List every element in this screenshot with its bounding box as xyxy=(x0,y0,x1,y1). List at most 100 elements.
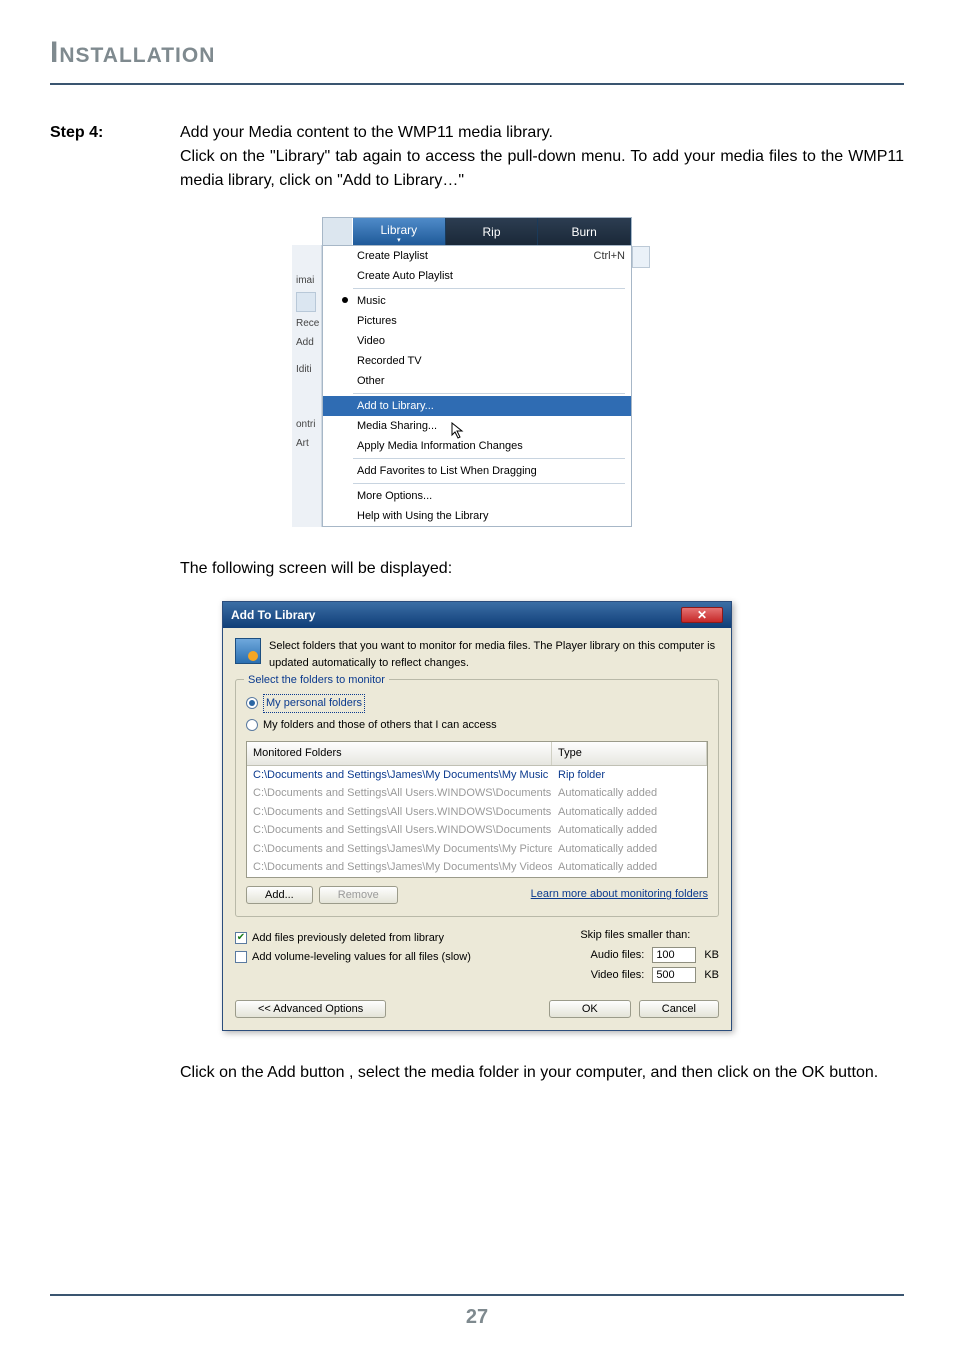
menu-label: Create Auto Playlist xyxy=(357,268,453,285)
dialog-intro: Select folders that you want to monitor … xyxy=(235,638,719,671)
dialog-intro-text: Select folders that you want to monitor … xyxy=(269,638,719,671)
menu-create-auto-playlist[interactable]: Create Auto Playlist xyxy=(323,266,631,286)
cell-type: Automatically added xyxy=(552,821,707,840)
video-files-input[interactable] xyxy=(652,967,696,983)
page-number: 27 xyxy=(0,1302,954,1332)
audio-skip-row: Audio files: KB xyxy=(580,947,719,964)
menu-label: Media Sharing... xyxy=(357,418,437,435)
kb-label: KB xyxy=(704,947,719,964)
menu-separator xyxy=(353,393,625,394)
video-files-label: Video files: xyxy=(580,967,644,984)
wmp-left-strip: imai Rece Add Iditi ontri Art xyxy=(292,245,322,527)
wmp-left-label: ontri xyxy=(292,415,321,434)
table-row[interactable]: C:\Documents and Settings\All Users.WIND… xyxy=(247,784,707,803)
menu-label: Help with Using the Library xyxy=(357,508,488,525)
table-row[interactable]: C:\Documents and Settings\All Users.WIND… xyxy=(247,803,707,822)
menu-shortcut: Ctrl+N xyxy=(594,248,625,265)
menu-video[interactable]: Video xyxy=(323,331,631,351)
col-monitored-folders[interactable]: Monitored Folders xyxy=(247,742,552,765)
radio-my-folders-and-others[interactable]: My folders and those of others that I ca… xyxy=(246,717,708,734)
menu-pictures[interactable]: Pictures xyxy=(323,311,631,331)
chevron-down-icon: ▾ xyxy=(397,239,401,243)
menu-label: Video xyxy=(357,333,385,350)
check-label: Add files previously deleted from librar… xyxy=(252,930,444,947)
menu-label: Other xyxy=(357,373,385,390)
lower-left: ✔ Add files previously deleted from libr… xyxy=(235,927,550,987)
step-row: Step 4: Add your Media content to the WM… xyxy=(50,121,904,193)
library-icon xyxy=(296,292,316,312)
step-label: Step 4: xyxy=(50,121,180,193)
heading-rule xyxy=(50,83,904,85)
radio-my-personal-folders[interactable]: My personal folders xyxy=(246,694,708,713)
cell-type: Automatically added xyxy=(552,803,707,822)
table-row[interactable]: C:\Documents and Settings\James\My Docum… xyxy=(247,858,707,877)
learn-more-link[interactable]: Learn more about monitoring folders xyxy=(531,886,708,903)
ok-button[interactable]: OK xyxy=(549,1000,631,1018)
menu-label: Add Favorites to List When Dragging xyxy=(357,463,537,480)
check-add-deleted[interactable]: ✔ Add files previously deleted from libr… xyxy=(235,930,550,947)
menu-recorded-tv[interactable]: Recorded TV xyxy=(323,351,631,371)
wmp-left-label: Iditi xyxy=(292,360,321,379)
step-line-2: Click on the "Library" tab again to acce… xyxy=(180,145,904,193)
table-header: Monitored Folders Type xyxy=(247,742,707,766)
tab-rip-label: Rip xyxy=(483,223,501,241)
tab-library[interactable]: Library ▾ xyxy=(353,218,446,245)
menu-add-to-library[interactable]: Add to Library... xyxy=(323,396,631,416)
menu-music[interactable]: Music xyxy=(323,291,631,311)
menu-help-library[interactable]: Help with Using the Library xyxy=(323,506,631,526)
menu-more-options[interactable]: More Options... xyxy=(323,486,631,506)
table-row[interactable]: C:\Documents and Settings\All Users.WIND… xyxy=(247,821,707,840)
menu-label: Create Playlist xyxy=(357,248,428,265)
menu-add-favorites[interactable]: Add Favorites to List When Dragging xyxy=(323,461,631,481)
dialog-footer: << Advanced Options OK Cancel xyxy=(235,1000,719,1018)
menu-apply-media-info[interactable]: Apply Media Information Changes xyxy=(323,436,631,456)
video-skip-row: Video files: KB xyxy=(580,967,719,984)
monitored-folders-table: Monitored Folders Type C:\Documents and … xyxy=(246,741,708,878)
audio-files-input[interactable] xyxy=(652,947,696,963)
wmp-dropdown: Library ▾ Rip Burn Create Playlist Ctrl+… xyxy=(322,217,632,527)
tab-burn[interactable]: Burn xyxy=(538,218,631,245)
menu-create-playlist[interactable]: Create Playlist Ctrl+N xyxy=(323,246,631,266)
close-button[interactable]: ✕ xyxy=(681,607,723,623)
check-volume-leveling[interactable]: Add volume-leveling values for all files… xyxy=(235,949,550,966)
dialog-titlebar: Add To Library ✕ xyxy=(223,602,731,628)
lower-right: Skip files smaller than: Audio files: KB… xyxy=(580,927,719,987)
footer-rule xyxy=(50,1294,904,1296)
step-line-1: Add your Media content to the WMP11 medi… xyxy=(180,121,904,145)
menu-media-sharing[interactable]: Media Sharing... xyxy=(323,416,631,436)
cell-path: C:\Documents and Settings\James\My Docum… xyxy=(247,766,552,785)
radio-icon xyxy=(246,719,258,731)
add-button[interactable]: Add... xyxy=(246,886,313,904)
add-to-library-dialog: Add To Library ✕ Select folders that you… xyxy=(222,601,732,1031)
menu-separator xyxy=(353,483,625,484)
kb-label: KB xyxy=(704,967,719,984)
wmp-menu: Create Playlist Ctrl+N Create Auto Playl… xyxy=(323,246,631,526)
cancel-button[interactable]: Cancel xyxy=(639,1000,719,1018)
tab-burn-label: Burn xyxy=(572,223,597,241)
tab-rip[interactable]: Rip xyxy=(446,218,539,245)
page: Installation Step 4: Add your Media cont… xyxy=(0,0,954,1356)
remove-button[interactable]: Remove xyxy=(319,886,398,904)
mid-paragraph: The following screen will be displayed: xyxy=(180,557,904,581)
wmp-left-label: Art xyxy=(292,434,321,453)
table-row[interactable]: C:\Documents and Settings\James\My Docum… xyxy=(247,766,707,785)
advanced-options-button[interactable]: << Advanced Options xyxy=(235,1000,386,1018)
menu-other[interactable]: Other xyxy=(323,371,631,391)
dialog-title: Add To Library xyxy=(231,606,315,624)
menu-label: Pictures xyxy=(357,313,397,330)
cell-type: Automatically added xyxy=(552,784,707,803)
close-icon: ✕ xyxy=(697,606,707,624)
check-label: Add volume-leveling values for all files… xyxy=(252,949,471,966)
table-row[interactable]: C:\Documents and Settings\James\My Docum… xyxy=(247,840,707,859)
checkbox-icon xyxy=(235,951,247,963)
menu-label: Apply Media Information Changes xyxy=(357,438,523,455)
menu-label: Recorded TV xyxy=(357,353,422,370)
col-type[interactable]: Type xyxy=(552,742,707,765)
radio-label: My folders and those of others that I ca… xyxy=(263,717,497,734)
dialog-body: Select folders that you want to monitor … xyxy=(223,628,731,1030)
table-buttons-row: Add... Remove Learn more about monitorin… xyxy=(246,886,708,904)
wmp-wrapper: imai Rece Add Iditi ontri Art Library ▾ xyxy=(322,217,632,527)
radio-icon xyxy=(246,697,258,709)
group-title: Select the folders to monitor xyxy=(244,672,389,689)
wmp-tabs: Library ▾ Rip Burn xyxy=(323,218,631,246)
